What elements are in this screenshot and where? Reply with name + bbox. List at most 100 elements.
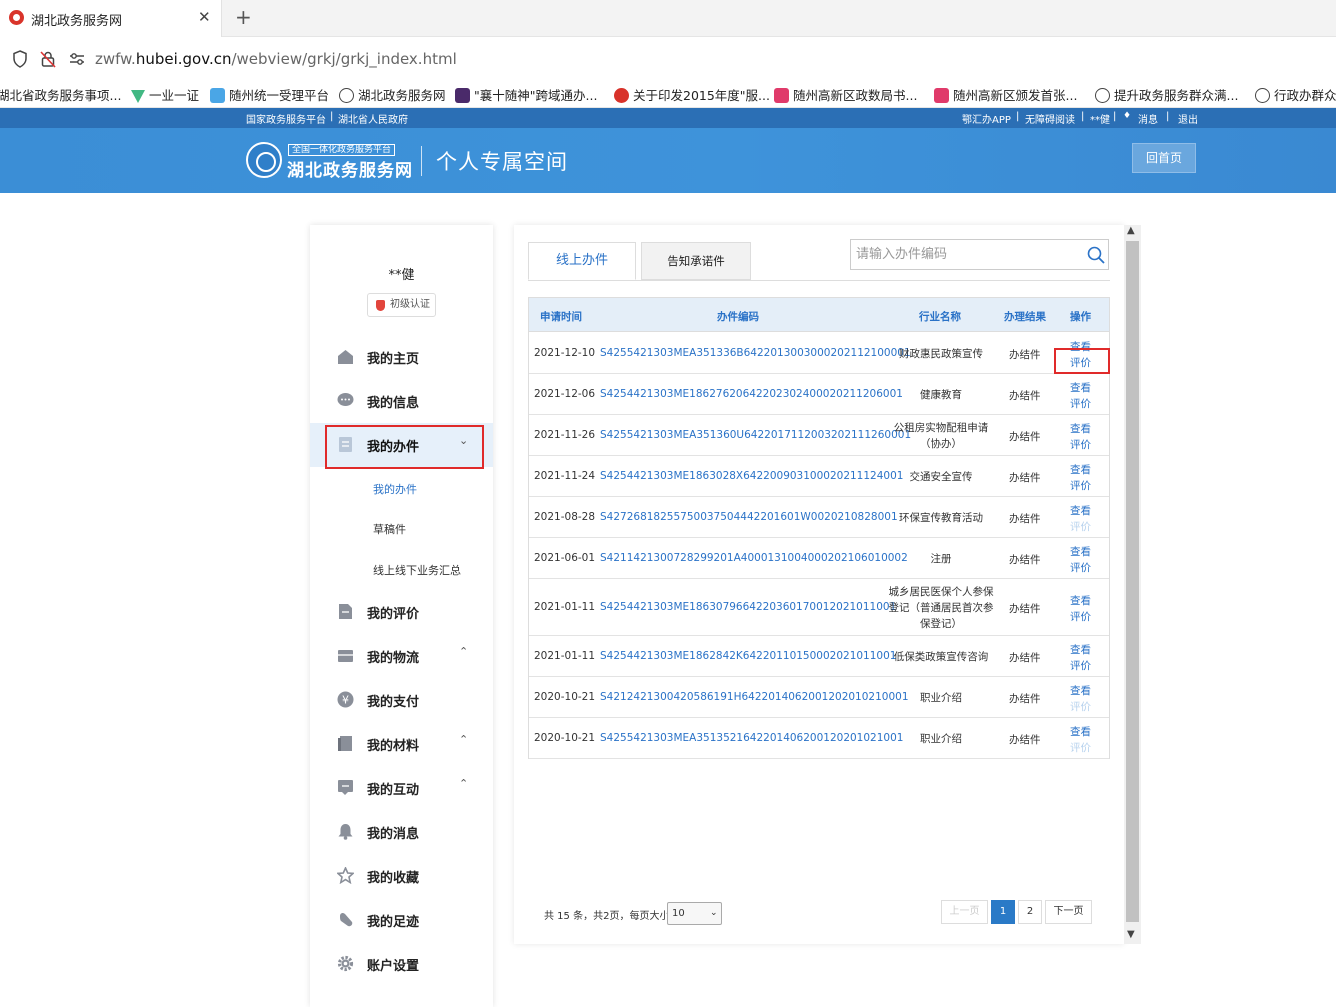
sidebar-item-info[interactable]: 我的信息 (310, 379, 493, 423)
submenu-my-cases[interactable]: 我的办件 (373, 481, 417, 497)
view-link[interactable]: 查看 (1070, 724, 1091, 739)
view-link[interactable]: 查看 (1070, 642, 1091, 657)
case-code-link[interactable]: S4254421303ME186276206422023024000202112… (600, 388, 903, 400)
sidebar-item-evaluation[interactable]: 我的评价 (310, 590, 493, 634)
hubei-government-link[interactable]: 湖北省人民政府 (338, 111, 408, 126)
user-name-link[interactable]: **健 (1090, 111, 1110, 126)
bookmark-label: "襄十随神"跨域通办... (474, 88, 598, 103)
bookmarks-bar: 湖北省政务服务事项... 一业一证 随州统一受理平台 湖北政务服务网 "襄十随神… (0, 80, 1336, 108)
view-link[interactable]: 查看 (1070, 503, 1091, 518)
bookmark-item[interactable]: 提升政务服务群众满... (1095, 85, 1238, 104)
case-code-link[interactable]: S4255421303MEA351360U6422017112003202111… (600, 429, 911, 441)
cell-result: 办结件 (1009, 349, 1041, 361)
globe-icon (1255, 88, 1270, 103)
search-icon[interactable] (1087, 246, 1105, 264)
evaluate-link[interactable]: 评价 (1070, 478, 1091, 493)
sidebar-item-account-settings[interactable]: 账户设置 (310, 942, 493, 986)
chevron-up-icon[interactable]: ⌃ (459, 645, 468, 658)
sidebar-item-label: 我的评价 (367, 607, 420, 622)
url-prefix: zwfw. (95, 50, 136, 68)
insecure-lock-icon[interactable] (40, 50, 56, 68)
submenu-online-offline-summary[interactable]: 线上线下业务汇总 (373, 562, 461, 578)
view-link[interactable]: 查看 (1070, 544, 1091, 559)
prev-page-button[interactable]: 上一页 (941, 900, 988, 924)
app-link[interactable]: 鄂汇办APP (962, 111, 1011, 126)
bookmark-item[interactable]: 一业一证 (131, 85, 199, 104)
url-domain: hubei.gov.cn (135, 50, 232, 68)
sidebar-item-home[interactable]: 我的主页 (310, 335, 493, 379)
next-page-button[interactable]: 下一页 (1045, 900, 1092, 924)
view-link[interactable]: 查看 (1070, 462, 1091, 477)
site-emblem-icon[interactable] (246, 142, 282, 178)
sidebar-item-interaction[interactable]: 我的互动 ⌃ (310, 766, 493, 810)
browser-tab-bar: 湖北政务服务网 ✕ + (0, 0, 1336, 37)
case-code-link[interactable]: S4255421303MEA351336B6422013003000202112… (600, 347, 911, 359)
sidebar-item-materials[interactable]: 我的材料 ⌃ (310, 722, 493, 766)
case-code-link[interactable]: S4255421303MEA35135216422014062001202010… (600, 732, 903, 744)
home-button[interactable]: 回首页 (1132, 143, 1196, 173)
sidebar-item-payment[interactable]: ¥ 我的支付 (310, 678, 493, 722)
close-tab-icon[interactable]: ✕ (198, 8, 211, 26)
chevron-up-icon[interactable]: ⌃ (459, 777, 468, 790)
page-size-select[interactable]: 10 ⌄ (667, 902, 722, 925)
sidebar-item-favorites[interactable]: 我的收藏 (310, 854, 493, 898)
case-code-link[interactable]: S4254421303ME1863028X6422009031000202111… (600, 470, 903, 482)
bookmark-item[interactable]: 随州高新区颁发首张... (934, 85, 1077, 104)
chevron-up-icon[interactable]: ⌃ (459, 733, 468, 746)
sidebar-item-footprints[interactable]: 我的足迹 (310, 898, 493, 942)
view-link[interactable]: 查看 (1070, 593, 1091, 608)
bookmark-item[interactable]: "襄十随神"跨域通办... (455, 85, 597, 104)
scrollbar-thumb[interactable] (1126, 241, 1139, 922)
accessibility-link[interactable]: 无障碍阅读 (1025, 111, 1075, 126)
bookmark-label: 随州统一受理平台 (229, 88, 330, 103)
case-code-link[interactable]: S4212421300420586191H6422014062001202010… (600, 691, 909, 703)
sidebar-item-messages[interactable]: 我的消息 (310, 810, 493, 854)
national-platform-link[interactable]: 国家政务服务平台 (246, 111, 326, 126)
case-code-link[interactable]: S4254421303ME1862842K6422011015000202101… (600, 650, 896, 662)
evaluate-link[interactable]: 评价 (1070, 396, 1091, 411)
bookmark-item[interactable]: 随州高新区政数局书... (774, 85, 917, 104)
shield-icon[interactable] (12, 50, 28, 68)
cell-result: 办结件 (1009, 513, 1041, 525)
sidebar-item-logistics[interactable]: 我的物流 ⌃ (310, 634, 493, 678)
browser-tab[interactable]: 湖北政务服务网 ✕ (0, 0, 222, 37)
logistics-icon (338, 650, 353, 662)
logout-link[interactable]: 退出 (1178, 111, 1198, 126)
auth-badge: 初级认证 (367, 293, 436, 317)
case-code-link[interactable]: S42726818255750037504442201601W002021082… (600, 511, 898, 523)
case-code-link[interactable]: S4211421300728299201A4000131004000202106… (600, 552, 908, 564)
sidebar-item-label: 我的足迹 (367, 915, 420, 930)
scroll-up-icon[interactable]: ▲ (1127, 225, 1135, 236)
bookmark-item[interactable]: 湖北省政务服务事项... (0, 85, 121, 104)
site-settings-icon[interactable] (68, 51, 86, 67)
cell-date: 2021-11-26 (534, 429, 596, 441)
page-2-button[interactable]: 2 (1018, 900, 1042, 924)
bookmark-label: 随州高新区颁发首张... (953, 88, 1078, 103)
url-field[interactable]: zwfw.hubei.gov.cn/webview/grkj/grkj_inde… (95, 50, 457, 68)
evaluate-link[interactable]: 评价 (1070, 609, 1091, 624)
table-row: 2020-10-21 S4255421303MEA3513521642201406… (529, 718, 1109, 759)
bookmark-item[interactable]: 关于印发2015年度"服... (614, 85, 770, 104)
view-link[interactable]: 查看 (1070, 421, 1091, 436)
vertical-scrollbar[interactable]: ▲ ▼ (1124, 225, 1141, 944)
bookmark-item[interactable]: 随州统一受理平台 (210, 85, 329, 104)
search-input[interactable] (856, 245, 1076, 264)
scroll-down-icon[interactable]: ▼ (1127, 929, 1135, 940)
bookmark-item[interactable]: 行政办群众 (1255, 85, 1336, 104)
view-link[interactable]: 查看 (1070, 380, 1091, 395)
view-link[interactable]: 查看 (1070, 683, 1091, 698)
bookmark-item[interactable]: 湖北政务服务网 (339, 85, 446, 104)
evaluate-link[interactable]: 评价 (1070, 437, 1091, 452)
new-tab-button[interactable]: + (235, 5, 252, 29)
page-size-value: 10 (672, 908, 685, 919)
tab-online-cases[interactable]: 线上办件 (528, 242, 636, 280)
evaluate-link[interactable]: 评价 (1070, 658, 1091, 673)
page-1-button[interactable]: 1 (991, 900, 1015, 924)
page-title: 个人专属空间 (436, 150, 568, 174)
case-code-link[interactable]: S4254421303ME186307966422036017001202101… (600, 601, 896, 613)
logo-name[interactable]: 湖北政务服务网 (287, 156, 413, 181)
submenu-drafts[interactable]: 草稿件 (373, 521, 406, 537)
evaluate-link[interactable]: 评价 (1070, 560, 1091, 575)
tab-notification-commitment[interactable]: 告知承诺件 (641, 242, 751, 280)
messages-link[interactable]: 消息 (1138, 111, 1158, 126)
